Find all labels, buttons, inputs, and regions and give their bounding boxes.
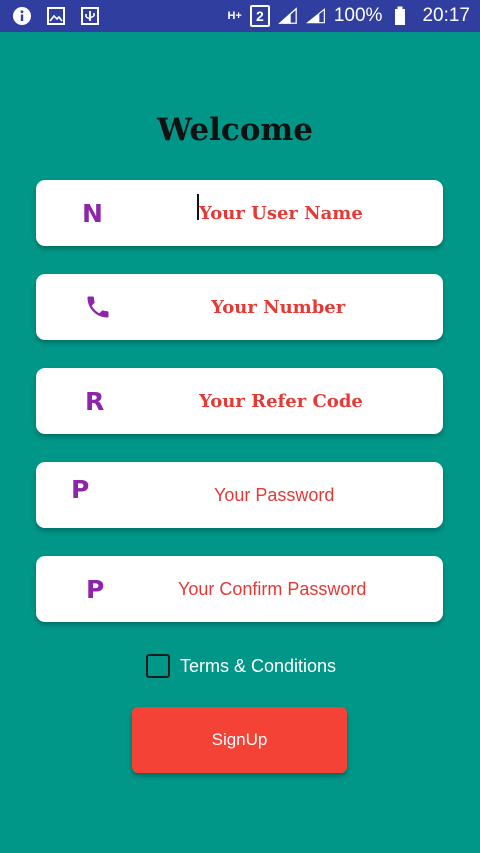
- confirm-password-input[interactable]: [36, 556, 443, 622]
- terms-label[interactable]: Terms & Conditions: [180, 656, 336, 677]
- password-field[interactable]: P: [36, 462, 443, 528]
- clock-time: 20:17: [422, 5, 470, 26]
- number-field[interactable]: [36, 274, 443, 340]
- password-input[interactable]: [36, 462, 443, 528]
- status-bar-right: H+ 2 100% 20:17: [227, 0, 470, 32]
- signal-icon: [305, 6, 326, 26]
- number-input[interactable]: [36, 274, 443, 340]
- page-title: Welcome: [157, 112, 313, 148]
- usb-icon: [80, 6, 100, 26]
- signup-button[interactable]: SignUp: [132, 707, 347, 773]
- image-icon: [46, 6, 66, 26]
- sim-slot-badge: 2: [249, 5, 270, 27]
- signal-icon: [277, 6, 298, 26]
- terms-checkbox[interactable]: [146, 654, 170, 678]
- confirm-password-field[interactable]: P: [36, 556, 443, 622]
- battery-icon: [390, 6, 410, 26]
- network-type: H+: [227, 10, 242, 22]
- status-bar-left: [12, 0, 100, 32]
- refer-code-field[interactable]: R: [36, 368, 443, 434]
- refer-code-input[interactable]: [36, 368, 443, 434]
- username-input[interactable]: [36, 180, 443, 246]
- status-bar: H+ 2 100% 20:17: [0, 0, 480, 32]
- signup-screen: H+ 2 100% 20:17 Welcome N Your User Name…: [0, 0, 480, 853]
- battery-percent: 100%: [333, 5, 383, 26]
- terms-row: Terms & Conditions: [146, 654, 336, 678]
- text-cursor: [197, 194, 199, 220]
- info-icon: [12, 6, 32, 26]
- username-field[interactable]: N: [36, 180, 443, 246]
